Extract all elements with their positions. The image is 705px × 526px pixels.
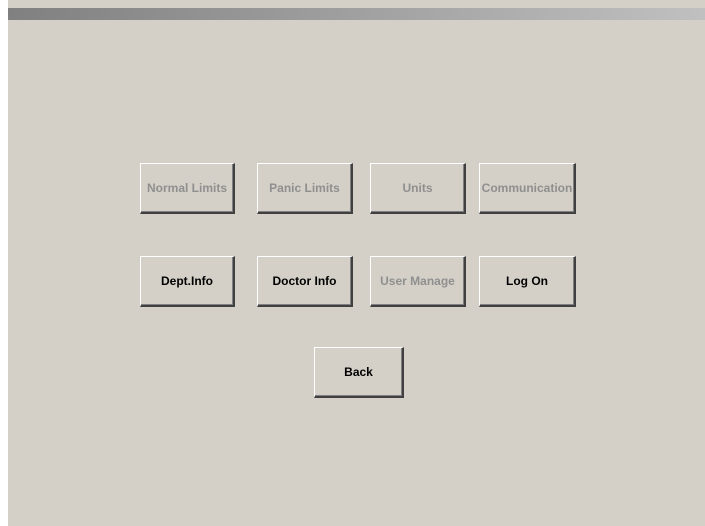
title-bar	[8, 8, 705, 20]
log-on-button[interactable]: Log On	[479, 256, 576, 307]
dept-info-button[interactable]: Dept.Info	[140, 256, 235, 307]
back-button[interactable]: Back	[314, 347, 404, 398]
units-button[interactable]: Units	[370, 163, 466, 214]
user-manage-button[interactable]: User Manage	[370, 256, 466, 307]
normal-limits-button[interactable]: Normal Limits	[140, 163, 235, 214]
settings-window: Normal Limits Panic Limits Units Communi…	[8, 0, 705, 526]
communication-button[interactable]: Communication	[479, 163, 576, 214]
doctor-info-button[interactable]: Doctor Info	[257, 256, 353, 307]
panic-limits-button[interactable]: Panic Limits	[257, 163, 353, 214]
